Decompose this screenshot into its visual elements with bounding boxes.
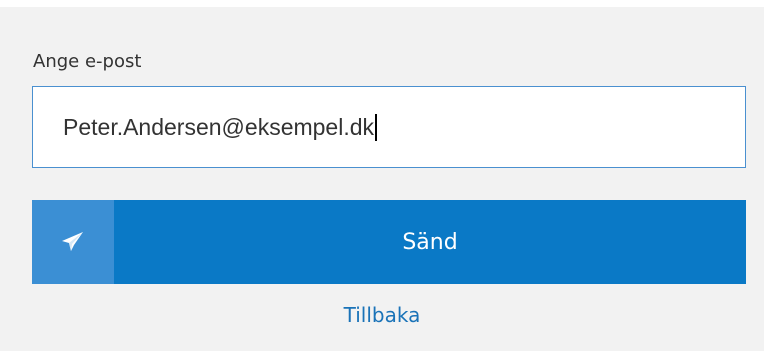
send-label-container: Sänd [114,200,746,284]
back-link[interactable]: Tillbaka [0,303,764,327]
email-field[interactable]: Peter.Andersen@eksempel.dk [32,86,746,168]
send-button[interactable]: Sänd [32,200,746,284]
email-form-panel: Ange e-post Peter.Andersen@eksempel.dk S… [0,7,764,351]
send-label: Sänd [402,229,458,255]
email-label: Ange e-post [33,51,142,72]
text-caret [375,113,378,141]
send-icon-container [32,200,114,284]
paper-plane-icon [62,232,83,251]
email-value: Peter.Andersen@eksempel.dk [63,113,375,140]
